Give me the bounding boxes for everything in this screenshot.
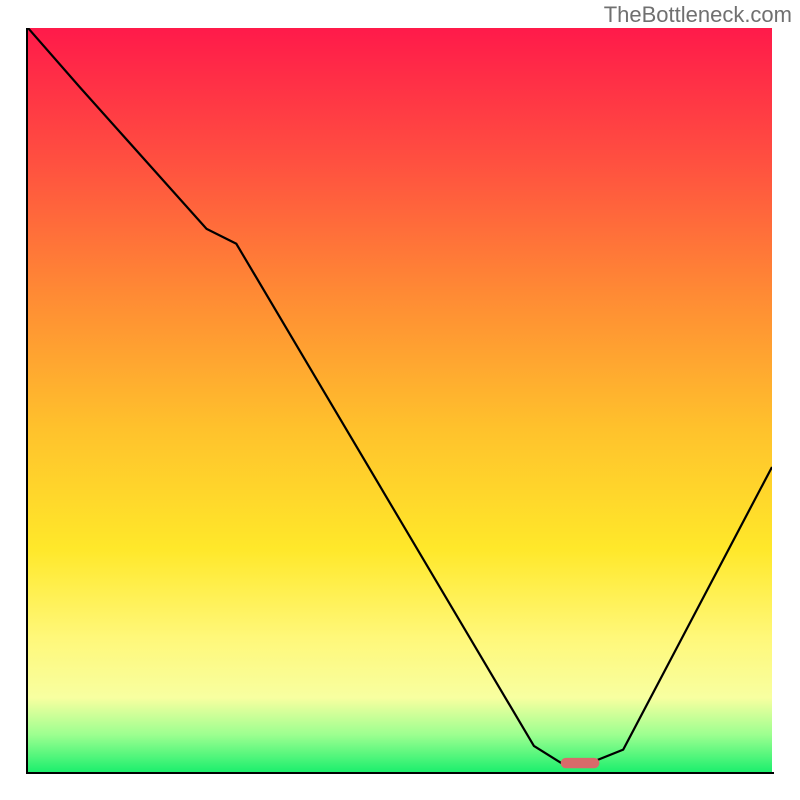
chart-container: TheBottleneck.com xyxy=(0,0,800,800)
x-axis-line xyxy=(26,772,774,774)
watermark-text: TheBottleneck.com xyxy=(604,2,792,28)
marker-svg xyxy=(28,28,772,772)
y-axis-line xyxy=(26,28,28,774)
optimal-marker xyxy=(561,758,600,768)
